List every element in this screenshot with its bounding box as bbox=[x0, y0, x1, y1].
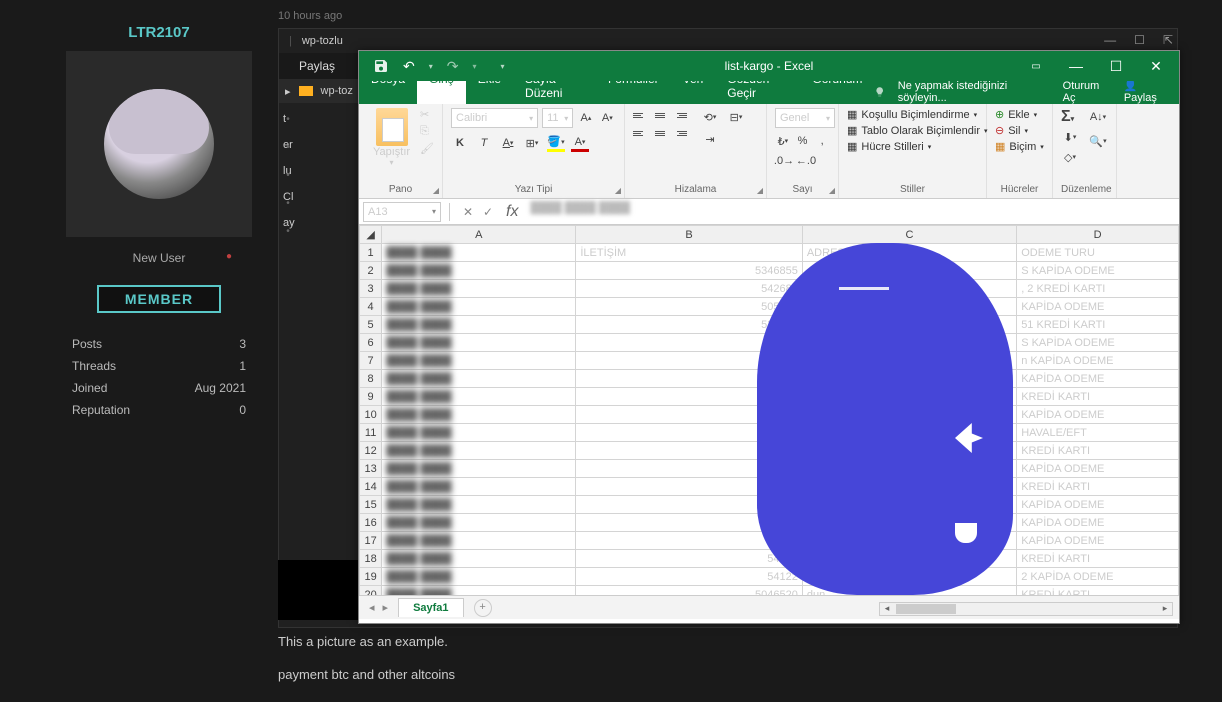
username-link[interactable]: LTR2107 bbox=[64, 24, 254, 41]
avatar[interactable] bbox=[66, 51, 252, 237]
post-text-line: payment btc and other altcoins bbox=[278, 667, 1180, 682]
forum-user-panel: LTR2107 New User● MEMBER Posts3 Threads1… bbox=[64, 0, 254, 421]
user-stats: Posts3 Threads1 JoinedAug 2021 Reputatio… bbox=[64, 333, 254, 421]
member-badge: MEMBER bbox=[97, 285, 221, 313]
user-role: New User● bbox=[64, 251, 254, 265]
post-text-line: This a picture as an example. bbox=[278, 634, 1180, 649]
